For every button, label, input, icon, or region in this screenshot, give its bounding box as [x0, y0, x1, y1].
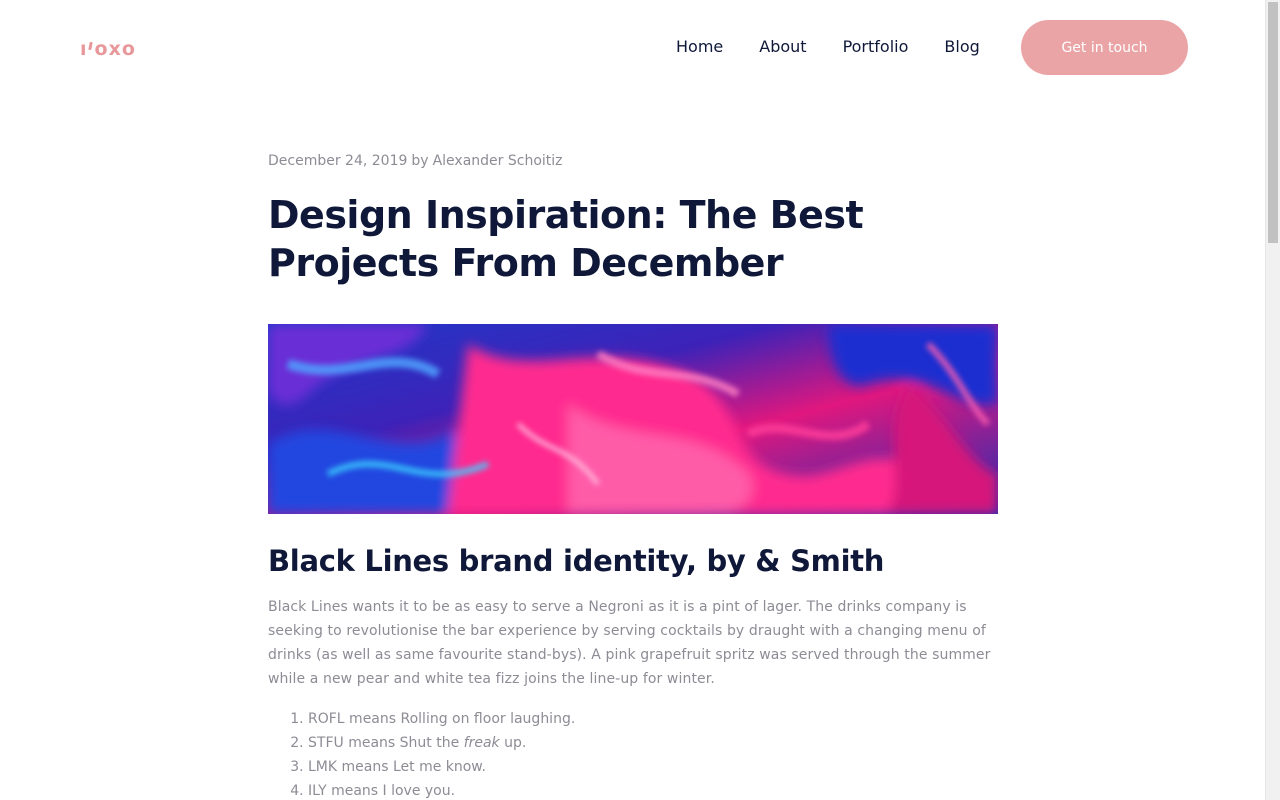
nav-blog[interactable]: Blog: [944, 36, 979, 58]
byline-word: by: [411, 153, 429, 169]
post-author[interactable]: Alexander Schoitiz: [433, 153, 563, 169]
nav-home[interactable]: Home: [676, 36, 723, 58]
list-item: ROFL means Rolling on floor laughing.: [308, 707, 998, 731]
post-meta: December 24, 2019 by Alexander Schoitiz: [268, 150, 998, 172]
hero-image: [268, 324, 998, 514]
get-in-touch-button[interactable]: Get in touch: [1021, 20, 1188, 75]
section-heading: Black Lines brand identity, by & Smith: [268, 544, 885, 578]
blog-post-page: roxo ıoxo Home About Portfolio Blog Get …: [0, 0, 1265, 800]
blog-article: December 24, 2019 by Alexander Schoitiz De…: [268, 150, 998, 800]
site-logo[interactable]: roxo ıoxo: [80, 37, 136, 61]
logo-wordmark: roxo ıoxo: [80, 38, 136, 60]
nav-portfolio[interactable]: Portfolio: [843, 36, 909, 58]
post-title: Design Inspiration: The Best Projects Fr…: [268, 193, 864, 285]
list-item: LMK means Let me know.: [308, 755, 998, 779]
list-item: STFU means Shut the freak up.: [308, 731, 998, 755]
post-paragraph: Black Lines wants it to be as easy to se…: [268, 599, 991, 687]
abbreviation-list: ROFL means Rolling on floor laughing. ST…: [268, 707, 998, 800]
logo-apostrophe-icon: [87, 42, 93, 50]
main-nav: Home About Portfolio Blog: [676, 36, 980, 58]
scrollbar-thumb[interactable]: [1268, 2, 1278, 243]
post-date: December 24, 2019: [268, 153, 408, 169]
nav-about[interactable]: About: [759, 36, 806, 58]
list-item: ILY means I love you.: [308, 779, 998, 800]
page-scrollbar[interactable]: [1265, 0, 1280, 800]
